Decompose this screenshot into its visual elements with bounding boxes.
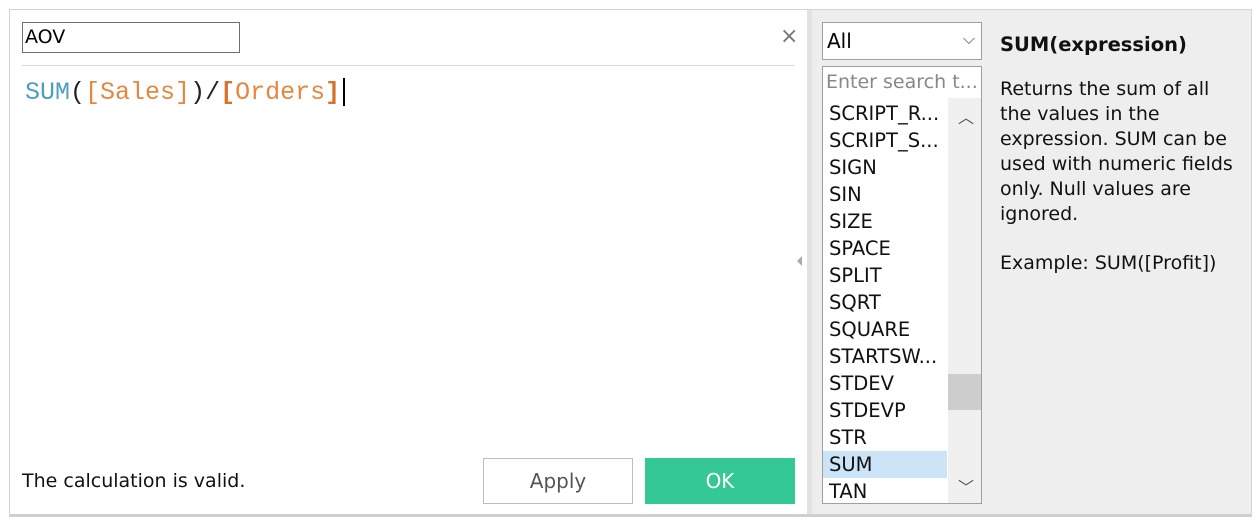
close-icon[interactable]: × xyxy=(780,24,798,49)
apply-button[interactable]: Apply xyxy=(483,458,633,504)
function-list-item[interactable]: SCRIPT_R... xyxy=(823,100,947,127)
select-value: All xyxy=(827,29,852,53)
calculation-name-input[interactable]: AOV xyxy=(22,22,240,53)
help-example: Example: SUM([Profit]) xyxy=(1000,252,1217,274)
formula-paren: ( xyxy=(70,78,86,107)
function-list: SCRIPT_R... SCRIPT_S... SIGN SIN SIZE SPACE SP… xyxy=(822,98,982,504)
validation-status: The calculation is valid. xyxy=(22,470,246,492)
function-list-item[interactable]: STDEV xyxy=(823,370,947,397)
function-list-item[interactable]: STR xyxy=(823,424,947,451)
function-list-item[interactable]: STARTSW... xyxy=(823,343,947,370)
ok-button[interactable]: OK xyxy=(645,458,795,504)
function-list-item[interactable]: SIZE xyxy=(823,208,947,235)
function-category-select[interactable]: All ⌵ xyxy=(822,22,982,60)
function-list-item[interactable]: SIN xyxy=(823,181,947,208)
formula-editor[interactable]: SUM([Sales])/[Orders] xyxy=(25,78,345,107)
formula-field-orders: Orders xyxy=(235,78,326,107)
function-search-input[interactable]: Enter search t... xyxy=(822,66,982,99)
chevron-down-icon: ⌵ xyxy=(962,29,975,48)
formula-bracket: [ xyxy=(220,78,236,107)
help-description: Returns the sum of all the values in the… xyxy=(1000,78,1233,225)
divider xyxy=(22,65,795,66)
function-list-item[interactable]: SQRT xyxy=(823,289,947,316)
function-list-item[interactable]: SCRIPT_S... xyxy=(823,127,947,154)
formula-bracket: ] xyxy=(325,78,341,107)
function-list-item[interactable]: SPLIT xyxy=(823,262,947,289)
function-list-item[interactable]: TAN xyxy=(823,478,947,503)
scrollbar[interactable]: ︿ ﹀ xyxy=(948,98,981,503)
help-title: SUM(expression) xyxy=(1000,33,1187,56)
function-list-item[interactable]: SUM xyxy=(823,451,947,478)
function-list-item[interactable]: STDEVP xyxy=(823,397,947,424)
formula-operator: / xyxy=(205,78,221,107)
text-caret xyxy=(343,78,345,107)
collapse-arrow-icon[interactable] xyxy=(797,256,802,266)
formula-field-sales: [Sales] xyxy=(85,78,191,107)
scrollbar-thumb[interactable] xyxy=(948,374,981,410)
function-list-item[interactable]: SPACE xyxy=(823,235,947,262)
formula-paren: ) xyxy=(190,78,206,107)
function-list-item[interactable]: SIGN xyxy=(823,154,947,181)
function-list-item[interactable]: SQUARE xyxy=(823,316,947,343)
formula-function: SUM xyxy=(25,78,71,107)
scroll-down-icon[interactable]: ﹀ xyxy=(958,474,974,498)
scroll-up-icon[interactable]: ︿ xyxy=(958,104,974,128)
